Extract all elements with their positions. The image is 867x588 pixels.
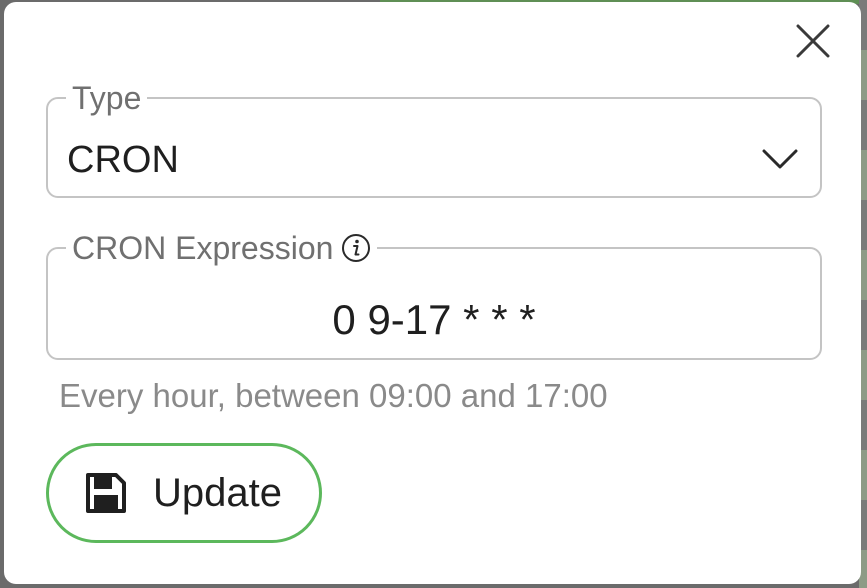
info-icon[interactable]	[341, 233, 371, 263]
type-select[interactable]: Type CRON	[46, 82, 822, 198]
type-dropdown-toggle[interactable]	[760, 144, 800, 174]
type-selected-value: CRON	[67, 139, 179, 181]
chevron-down-icon	[762, 149, 798, 169]
cron-expression-field: CRON Expression	[46, 232, 822, 360]
cron-expression-label: CRON Expression	[66, 232, 377, 264]
update-button[interactable]: Update	[46, 443, 322, 543]
save-icon	[83, 470, 129, 516]
close-button[interactable]	[794, 22, 832, 60]
cron-schedule-dialog: Type CRON CRON Expression Every hour, be…	[4, 2, 861, 584]
close-icon	[796, 24, 830, 58]
update-label: Update	[153, 471, 282, 515]
cron-expression-input[interactable]	[48, 294, 820, 346]
type-label: Type	[72, 80, 142, 116]
cron-human-description: Every hour, between 09:00 and 17:00	[59, 377, 608, 414]
